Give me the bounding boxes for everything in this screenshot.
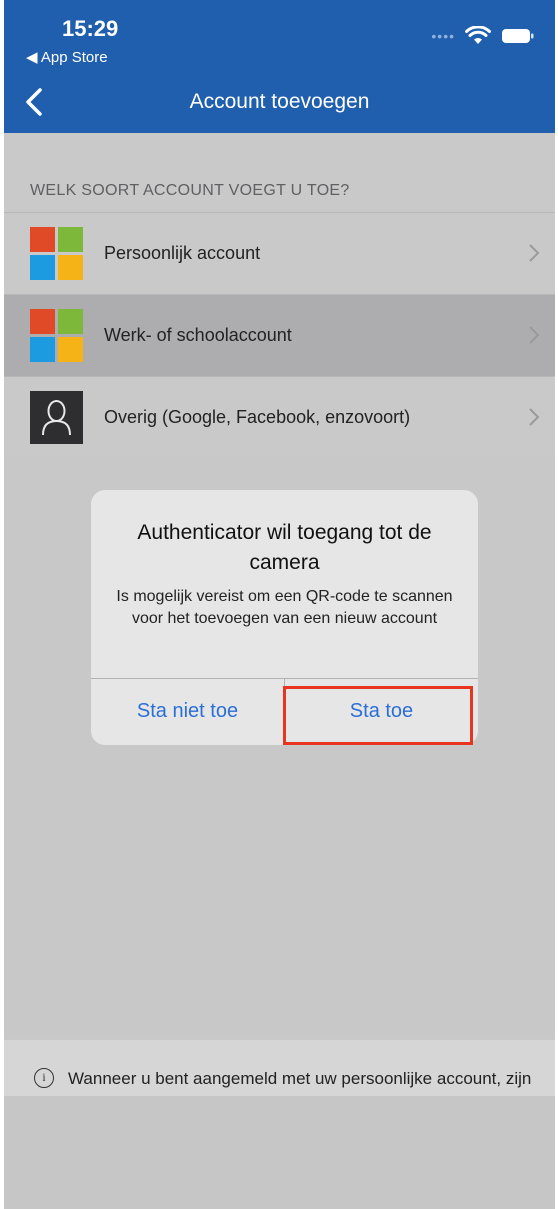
back-to-app-store-link[interactable]: ◀ App Store — [26, 48, 108, 66]
wifi-icon — [465, 26, 491, 44]
chevron-right-icon — [529, 326, 540, 344]
microsoft-logo-icon — [30, 309, 83, 362]
battery-icon — [502, 29, 534, 43]
account-row-other[interactable]: Overig (Google, Facebook, enzovoort) — [4, 376, 555, 459]
app-header: 15:29 ◀ App Store •••• Account toevoegen — [4, 0, 555, 133]
chevron-right-icon — [529, 244, 540, 262]
alert-title: Authenticator wil toegang tot de camera — [137, 521, 432, 574]
screen: 15:29 ◀ App Store •••• Account toevoegen… — [4, 0, 555, 1209]
user-icon — [30, 391, 83, 444]
deny-button[interactable]: Sta niet toe — [91, 678, 284, 745]
account-type-list: Persoonlijk account Werk- of schoolaccou… — [4, 212, 555, 459]
account-row-personal[interactable]: Persoonlijk account — [4, 212, 555, 294]
info-icon: i — [34, 1068, 54, 1088]
account-row-label: Persoonlijk account — [104, 243, 261, 263]
account-row-label: Overig (Google, Facebook, enzovoort) — [104, 407, 411, 427]
account-row-label: Werk- of schoolaccount — [104, 325, 292, 345]
allow-button[interactable]: Sta toe — [285, 678, 478, 745]
section-header: WELK SOORT ACCOUNT VOEGT U TOE? — [30, 182, 350, 199]
camera-permission-alert: Authenticator wil toegang tot de camera … — [91, 490, 478, 745]
page-title: Account toevoegen — [189, 90, 370, 113]
alert-message: Is mogelijk vereist om een QR-code te sc… — [116, 588, 453, 627]
microsoft-logo-icon — [30, 227, 83, 280]
signal-icon: •••• — [431, 28, 455, 44]
status-icons: •••• — [431, 26, 535, 46]
status-time: 15:29 — [62, 16, 119, 41]
account-row-work-school[interactable]: Werk- of schoolaccount — [4, 294, 555, 376]
footer-fade — [4, 1096, 555, 1209]
chevron-right-icon — [529, 408, 540, 426]
